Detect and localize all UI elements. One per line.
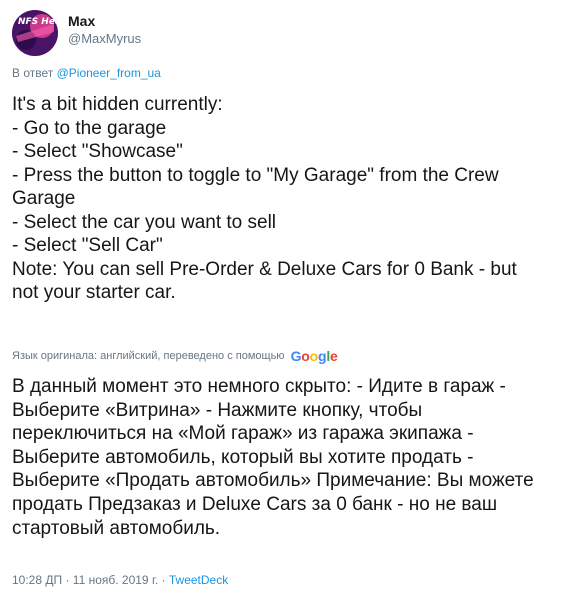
translated-text-line: Выберите «Продать автомобиль» Примечание…: [12, 470, 534, 492]
avatar-image-icon: NFS Heat: [12, 10, 58, 56]
tweet-text-line: Note: You can sell Pre-Order & Deluxe Ca…: [12, 258, 517, 280]
reply-prefix: В ответ: [12, 66, 54, 80]
tweet: NFS Heat Max @MaxMyrus В ответ @Pioneer_…: [0, 0, 587, 600]
tweet-timestamp[interactable]: 10:28 ДП · 11 нояб. 2019 г.: [12, 573, 158, 587]
translated-text-line: стартовый автомобиль.: [12, 517, 221, 539]
tweet-source-link[interactable]: TweetDeck: [169, 573, 228, 587]
tweet-text-line: not your starter car.: [12, 282, 176, 303]
google-logo[interactable]: Google: [291, 348, 338, 364]
translated-text-line: В данный момент это немного скрыто: - Ид…: [12, 376, 506, 397]
translated-text-line: продать Предзаказ и Deluxe Cars за 0 бан…: [12, 493, 498, 515]
tweet-text-line: - Select the car you want to sell: [12, 211, 277, 233]
tweet-text-line: - Select "Sell Car": [12, 235, 163, 256]
tweet-header: NFS Heat Max @MaxMyrus: [12, 10, 141, 56]
author-names: Max @MaxMyrus: [68, 12, 141, 48]
tweet-text-line: Garage: [12, 188, 76, 209]
translation-note-text: Язык оригинала: английский, переведено с…: [12, 350, 285, 362]
translated-text: В данный момент это немного скрыто: - Ид…: [12, 375, 577, 540]
translated-text-line: переключиться на «Мой гараж» из гаража э…: [12, 423, 474, 445]
author-handle[interactable]: @MaxMyrus: [68, 30, 141, 48]
tweet-text: It's a bit hidden currently: - Go to the …: [12, 93, 577, 305]
reply-to-link[interactable]: @Pioneer_from_ua: [57, 66, 161, 80]
translation-attribution: Язык оригинала: английский, переведено с…: [12, 348, 338, 364]
tweet-meta: 10:28 ДП · 11 нояб. 2019 г. · TweetDeck: [12, 572, 228, 588]
translated-text-line: Выберите автомобиль, который вы хотите п…: [12, 446, 474, 468]
author-name[interactable]: Max: [68, 12, 141, 30]
avatar[interactable]: NFS Heat: [12, 10, 58, 56]
tweet-text-line: - Press the button to toggle to "My Gara…: [12, 164, 499, 186]
translated-text-line: Выберите «Витрина» - Нажмите кнопку, что…: [12, 399, 423, 421]
tweet-text-line: - Select "Showcase": [12, 141, 183, 162]
reply-context: В ответ @Pioneer_from_ua: [12, 65, 161, 81]
tweet-text-line: - Go to the garage: [12, 117, 167, 139]
meta-separator: ·: [158, 573, 169, 587]
tweet-text-line: It's a bit hidden currently:: [12, 94, 223, 115]
avatar-text: NFS Heat: [18, 17, 58, 27]
